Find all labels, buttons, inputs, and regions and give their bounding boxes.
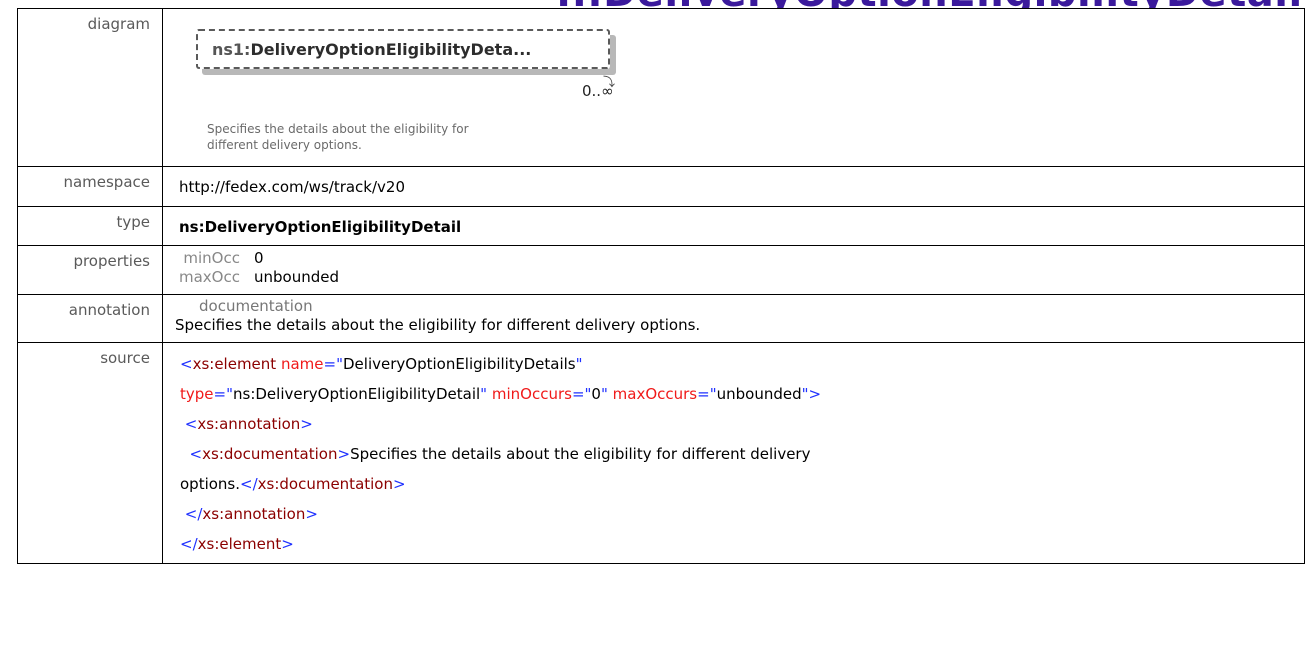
properties-label: properties xyxy=(17,245,163,295)
element-doc-table: diagram ns1:DeliveryOptionEligibilityDet… xyxy=(17,8,1305,564)
annotation-cell: documentation Specifies the details abou… xyxy=(162,294,1305,343)
source-code: <xs:element name="DeliveryOptionEligibil… xyxy=(162,342,1305,564)
type-row: type ns:DeliveryOptionEligibilityDetail xyxy=(17,206,1305,246)
element-name: ns1:DeliveryOptionEligibilityDeta... xyxy=(212,40,531,59)
element-local-name: DeliveryOptionEligibilityDeta... xyxy=(250,40,532,59)
annotation-label: annotation xyxy=(17,294,163,343)
source-line-6: </xs:annotation> xyxy=(184,505,318,523)
max-occ-value: unbounded xyxy=(253,268,339,286)
source-line-2: type="ns:DeliveryOptionEligibilityDetail… xyxy=(180,385,822,403)
source-label: source xyxy=(17,342,163,564)
namespace-value: http://fedex.com/ws/track/v20 xyxy=(162,166,1305,207)
properties-grid: minOcc 0 maxOcc unbounded xyxy=(179,249,339,287)
type-value[interactable]: ns:DeliveryOptionEligibilityDetail xyxy=(162,206,1305,246)
annotation-key: documentation xyxy=(199,297,313,315)
min-occ-value: 0 xyxy=(253,249,264,267)
cardinality: 0..∞ xyxy=(582,82,614,100)
diagram-label: diagram xyxy=(17,8,163,167)
source-line-5: options.</xs:documentation> xyxy=(180,475,406,493)
annotation-row: annotation documentation Specifies the d… xyxy=(17,294,1305,343)
source-line-7: </xs:element> xyxy=(180,535,294,553)
source-row: source <xs:element name="DeliveryOptionE… xyxy=(17,342,1305,564)
element-box[interactable]: ns1:DeliveryOptionEligibilityDeta... xyxy=(196,29,610,69)
diagram-documentation: Specifies the details about the eligibil… xyxy=(207,121,607,153)
namespace-row: namespace http://fedex.com/ws/track/v20 xyxy=(17,166,1305,207)
annotation-text: Specifies the details about the eligibil… xyxy=(175,316,701,334)
diagram-doc-line-2: different delivery options. xyxy=(207,138,362,152)
diagram-row: diagram ns1:DeliveryOptionEligibilityDet… xyxy=(17,8,1305,167)
max-occ-key: maxOcc xyxy=(179,268,240,286)
page-title: ...DeliveryOptionEligibilityDetails xyxy=(556,0,1305,8)
source-line-4: <xs:documentation>Specifies the details … xyxy=(189,445,811,463)
min-occ-key: minOcc xyxy=(183,249,240,267)
source-line-1: <xs:element name="DeliveryOptionEligibil… xyxy=(180,355,583,373)
source-line-3: <xs:annotation> xyxy=(184,415,313,433)
element-prefix: ns1: xyxy=(212,40,251,59)
namespace-label: namespace xyxy=(17,166,163,207)
diagram: ns1:DeliveryOptionEligibilityDeta... ⤵ 0… xyxy=(163,9,1304,166)
type-label: type xyxy=(17,206,163,246)
properties-row: properties minOcc 0 maxOcc unbounded xyxy=(17,245,1305,295)
page-title-fragment: ...DeliveryOptionEligibilityDetails xyxy=(0,0,1305,8)
properties-cell: minOcc 0 maxOcc unbounded xyxy=(162,245,1305,295)
diagram-doc-line-1: Specifies the details about the eligibil… xyxy=(207,122,469,136)
diagram-cell: ns1:DeliveryOptionEligibilityDeta... ⤵ 0… xyxy=(162,8,1305,167)
